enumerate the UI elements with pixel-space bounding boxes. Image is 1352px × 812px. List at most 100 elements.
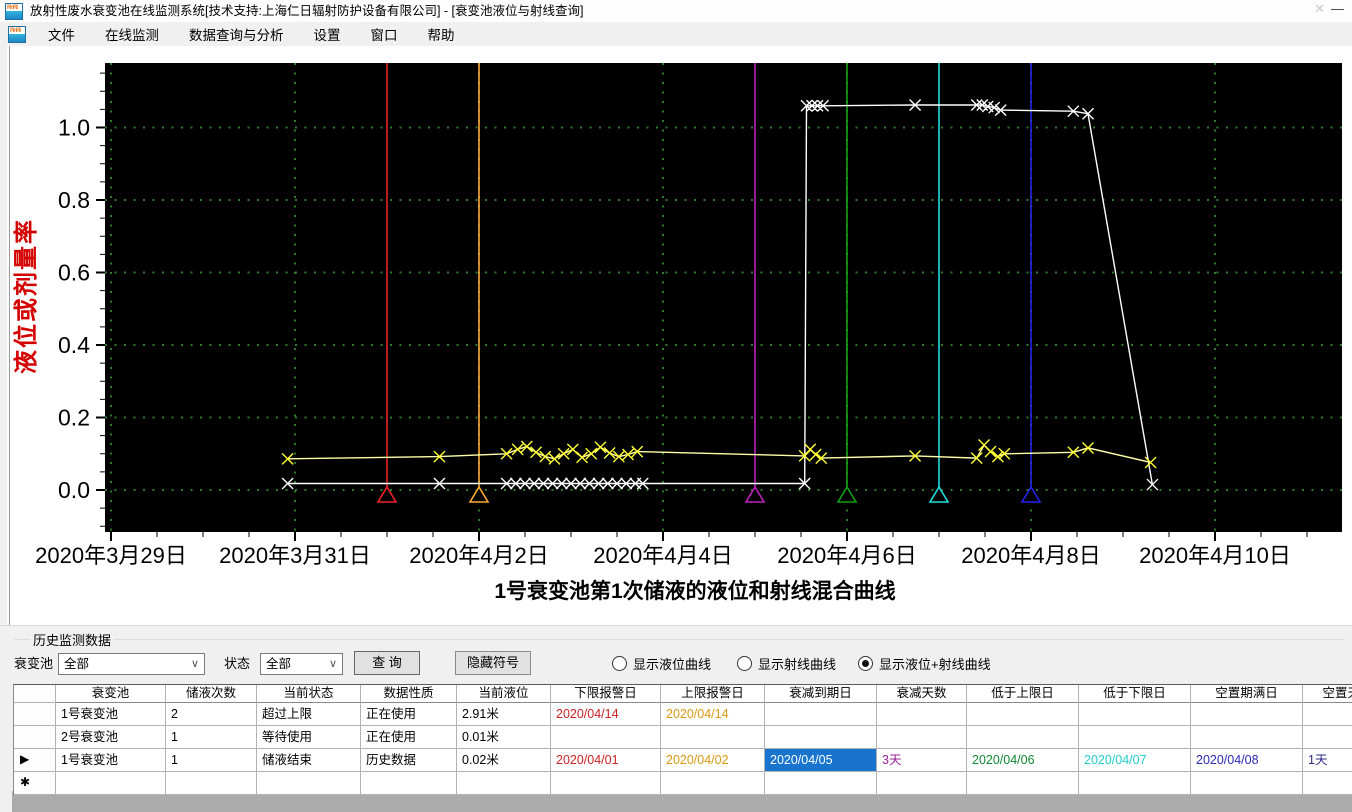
table-cell[interactable] — [877, 703, 967, 726]
menu-item[interactable]: 在线监测 — [93, 25, 171, 46]
menu-item[interactable]: 设置 — [302, 25, 353, 46]
column-header[interactable]: 空置期满日 — [1191, 685, 1303, 703]
table-cell[interactable] — [56, 772, 166, 795]
table-cell[interactable] — [1303, 726, 1352, 749]
row-selector[interactable] — [14, 703, 56, 726]
table-cell[interactable]: 2020/04/14 — [661, 703, 765, 726]
table-cell[interactable] — [661, 726, 765, 749]
column-header[interactable]: 低于下限日 — [1079, 685, 1191, 703]
table-cell[interactable]: 1天 — [1303, 749, 1352, 772]
column-header[interactable]: 上限报警日 — [661, 685, 765, 703]
hide-symbols-button[interactable]: 隐藏符号 — [455, 651, 531, 675]
table-cell[interactable] — [967, 772, 1079, 795]
app-logo-icon — [5, 3, 23, 20]
table-cell[interactable] — [1079, 726, 1191, 749]
table-cell[interactable]: 正在使用 — [361, 726, 457, 749]
table-cell[interactable] — [661, 772, 765, 795]
menu-item[interactable]: 数据查询与分析 — [177, 25, 296, 46]
table-cell[interactable]: 1 — [166, 726, 257, 749]
radio-icon[interactable] — [737, 656, 752, 671]
chevron-down-icon: ∨ — [328, 658, 337, 670]
table-cell[interactable]: 2 — [166, 703, 257, 726]
table-cell[interactable] — [361, 772, 457, 795]
table-cell[interactable]: 1号衰变池 — [56, 703, 166, 726]
column-header[interactable]: 空置天数 — [1303, 685, 1352, 703]
table-cell[interactable]: 2020/04/14 — [551, 703, 661, 726]
table-cell[interactable]: 储液结束 — [257, 749, 361, 772]
table-cell[interactable] — [1191, 703, 1303, 726]
table-cell[interactable]: 2020/04/06 — [967, 749, 1079, 772]
table-cell[interactable]: 2020/04/08 — [1191, 749, 1303, 772]
radio-curve-option[interactable]: 显示液位+射线曲线 — [858, 654, 991, 673]
table-cell[interactable]: 1 — [166, 749, 257, 772]
table-cell[interactable]: 0.02米 — [457, 749, 551, 772]
radio-icon[interactable] — [612, 656, 627, 671]
table-cell[interactable]: 等待使用 — [257, 726, 361, 749]
title-bar: 放射性废水衰变池在线监测系统 [技术支持:上海仁日辐射防护设备有限公司] - [… — [0, 0, 1352, 23]
table-cell[interactable]: 2.91米 — [457, 703, 551, 726]
column-header[interactable]: 下限报警日 — [551, 685, 661, 703]
table-cell[interactable]: 超过上限 — [257, 703, 361, 726]
table-cell[interactable]: 正在使用 — [361, 703, 457, 726]
radio-curve-option[interactable]: 显示液位曲线 — [612, 654, 711, 673]
column-header[interactable]: 数据性质 — [361, 685, 457, 703]
table-row: 2号衰变池 1 等待使用 正在使用 0.01米 — [14, 726, 1352, 749]
column-header[interactable]: 当前液位 — [457, 685, 551, 703]
table-cell[interactable]: 2号衰变池 — [56, 726, 166, 749]
query-button[interactable]: 查 询 — [354, 651, 420, 675]
row-selector[interactable] — [14, 726, 56, 749]
minimize-icon[interactable]: — — [1331, 1, 1344, 16]
table-cell[interactable] — [1079, 772, 1191, 795]
mdi-child-icon — [8, 25, 26, 43]
status-filter-dropdown[interactable]: 全部 ∨ — [260, 653, 343, 675]
table-cell[interactable] — [877, 772, 967, 795]
table-cell[interactable] — [877, 726, 967, 749]
menu-bar: 文件在线监测数据查询与分析设置窗口帮助 — [0, 22, 1352, 47]
table-cell[interactable] — [1303, 703, 1352, 726]
table-cell[interactable]: 2020/04/02 — [661, 749, 765, 772]
table-cell[interactable]: 2020/04/01 — [551, 749, 661, 772]
pool-filter-value: 全部 — [64, 657, 90, 671]
close-icon[interactable]: ✕ — [1314, 1, 1325, 16]
column-header[interactable]: 衰变池 — [56, 685, 166, 703]
status-filter-value: 全部 — [266, 657, 292, 671]
table-cell[interactable] — [1303, 772, 1352, 795]
table-cell[interactable] — [1191, 772, 1303, 795]
table-cell[interactable] — [457, 772, 551, 795]
table-cell[interactable] — [166, 772, 257, 795]
column-header[interactable]: 当前状态 — [257, 685, 361, 703]
y-axis-title: 液位或剂量率 — [12, 218, 40, 374]
table-cell[interactable] — [551, 726, 661, 749]
table-cell[interactable]: 0.01米 — [457, 726, 551, 749]
table-cell[interactable] — [765, 726, 877, 749]
table-cell[interactable]: 3天 — [877, 749, 967, 772]
new-row-indicator[interactable]: ✱ — [14, 772, 56, 795]
table-cell[interactable]: 历史数据 — [361, 749, 457, 772]
column-header[interactable]: 储液次数 — [166, 685, 257, 703]
radio-selected-icon[interactable] — [858, 656, 873, 671]
column-header[interactable]: 低于上限日 — [967, 685, 1079, 703]
column-header[interactable]: 衰减天数 — [877, 685, 967, 703]
table-cell[interactable] — [1191, 726, 1303, 749]
table-cell[interactable] — [551, 772, 661, 795]
menu-item[interactable]: 窗口 — [359, 25, 410, 46]
menu-item[interactable]: 文件 — [36, 25, 87, 46]
table-cell[interactable]: 2020/04/07 — [1079, 749, 1191, 772]
radio-curve-option[interactable]: 显示射线曲线 — [737, 654, 836, 673]
table-cell[interactable] — [1079, 703, 1191, 726]
pool-filter-dropdown[interactable]: 全部 ∨ — [58, 653, 205, 675]
table-cell[interactable] — [765, 772, 877, 795]
column-header[interactable]: 衰减到期日 — [765, 685, 877, 703]
menu-item[interactable]: 帮助 — [416, 25, 467, 46]
table-cell[interactable]: 1号衰变池 — [56, 749, 166, 772]
table-cell[interactable]: 2020/04/05 — [765, 749, 877, 772]
table-cell[interactable] — [967, 726, 1079, 749]
table-cell[interactable] — [257, 772, 361, 795]
row-selector-header — [14, 685, 56, 703]
y-tick-label: 0.8 — [58, 187, 90, 213]
x-tick-label: 2020年4月10日 — [1139, 543, 1291, 568]
table-cell[interactable] — [967, 703, 1079, 726]
table-cell[interactable] — [765, 703, 877, 726]
decay-pool-chart[interactable]: 0.0 0.2 0.4 0.6 0.8 1.0 2020年3月29日 2020年3月31日 20… — [0, 46, 1352, 625]
current-row-indicator[interactable]: ▶ — [14, 749, 56, 772]
